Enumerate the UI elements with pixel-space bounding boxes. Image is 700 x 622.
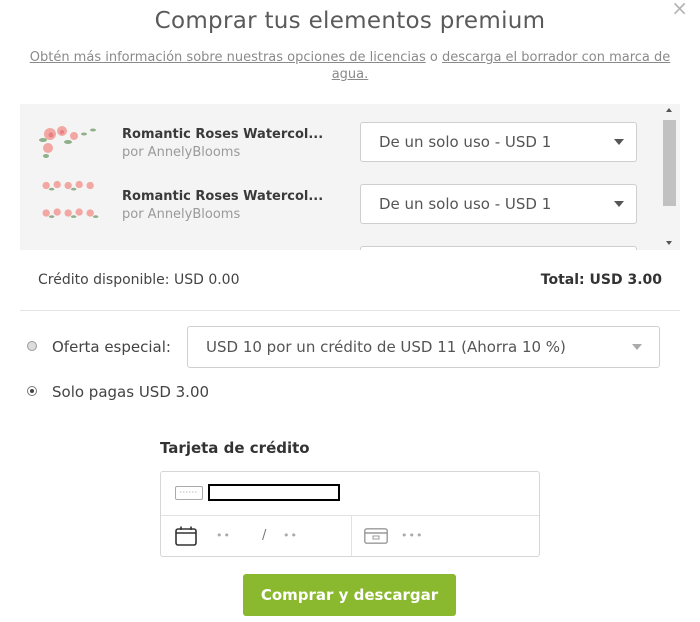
- item-name: Romantic Roses Watercol...: [122, 127, 324, 142]
- license-info-text: Obtén más información sobre nuestras opc…: [16, 49, 684, 83]
- available-credit: Crédito disponible: USD 0.00: [38, 272, 240, 288]
- license-select[interactable]: [360, 246, 637, 250]
- info-connector: o: [425, 50, 442, 65]
- special-offer-label[interactable]: Oferta especial:: [52, 338, 171, 356]
- license-select-value: De un solo uso - USD 1: [379, 195, 552, 213]
- cvc-card-icon: [364, 528, 388, 544]
- item-thumbnail: [42, 180, 99, 219]
- credit-card-form: •• / •• •••: [160, 471, 540, 557]
- license-select[interactable]: De un solo uso - USD 1: [360, 122, 637, 162]
- cart-items-list[interactable]: Romantic Roses Watercol... por AnnelyBlo…: [20, 104, 680, 250]
- special-offer-select-value: USD 10 por un crédito de USD 11 (Ahorra …: [206, 338, 566, 356]
- chevron-down-icon: [632, 344, 642, 350]
- chevron-down-icon: [614, 139, 624, 145]
- expiry-year-input[interactable]: ••: [283, 529, 298, 542]
- order-total: Total: USD 3.00: [540, 272, 662, 288]
- cvc-input[interactable]: •••: [401, 529, 423, 542]
- list-item: [20, 246, 660, 250]
- divider: [20, 310, 680, 311]
- item-author: por AnnelyBlooms: [122, 207, 241, 222]
- page-title: Comprar tus elementos premium: [154, 8, 546, 34]
- list-item: Romantic Roses Watercol... por AnnelyBlo…: [20, 180, 660, 240]
- special-offer-radio[interactable]: [27, 341, 37, 351]
- pay-only-radio[interactable]: [27, 386, 37, 396]
- item-author: por AnnelyBlooms: [122, 145, 241, 160]
- scrollbar[interactable]: [660, 104, 680, 250]
- card-number-input[interactable]: [208, 484, 340, 501]
- divider: [161, 515, 539, 516]
- credit-card-icon: [175, 486, 203, 500]
- scroll-thumb[interactable]: [663, 120, 676, 206]
- scroll-down-icon[interactable]: [666, 241, 672, 245]
- calendar-icon: [175, 526, 197, 546]
- special-offer-select[interactable]: USD 10 por un crédito de USD 11 (Ahorra …: [187, 326, 660, 368]
- expiry-month-input[interactable]: ••: [216, 529, 231, 542]
- chevron-down-icon: [614, 201, 624, 207]
- license-info-link[interactable]: Obtén más información sobre nuestras opc…: [30, 50, 426, 65]
- pay-only-label[interactable]: Solo pagas USD 3.00: [52, 383, 209, 401]
- item-name: Romantic Roses Watercol...: [122, 189, 324, 204]
- expiry-separator: /: [262, 528, 268, 543]
- license-select[interactable]: De un solo uso - USD 1: [360, 184, 637, 224]
- item-thumbnail: [39, 126, 96, 158]
- list-item: Romantic Roses Watercol... por AnnelyBlo…: [20, 122, 660, 178]
- license-select-value: De un solo uso - USD 1: [379, 133, 552, 151]
- divider: [351, 515, 352, 556]
- credit-card-title: Tarjeta de crédito: [160, 439, 310, 457]
- scroll-up-icon[interactable]: [666, 108, 672, 112]
- buy-and-download-button[interactable]: Comprar y descargar: [243, 574, 456, 616]
